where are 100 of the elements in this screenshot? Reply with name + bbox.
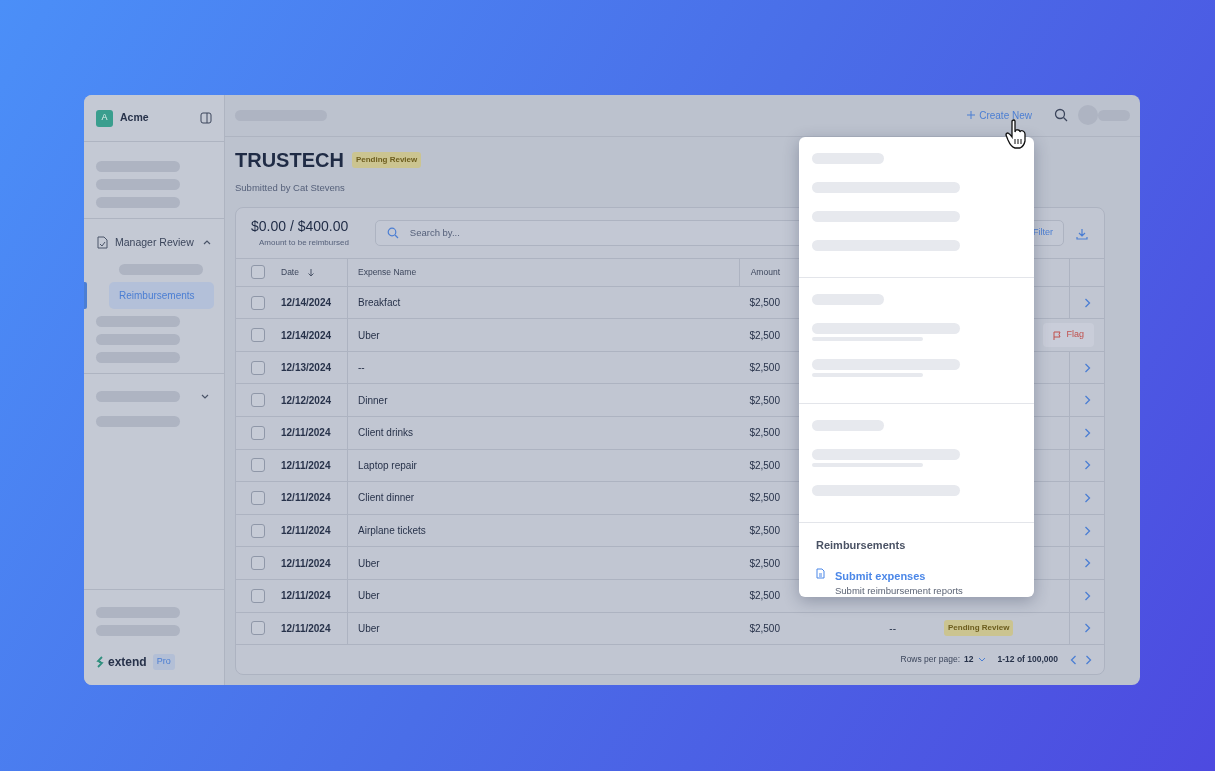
amount-cell-text: $2,500 (748, 426, 781, 441)
page-range: 1-12 of 100,000 (997, 653, 1058, 666)
expense-name-cell: Uber (347, 319, 739, 351)
chevron-right-icon (1083, 623, 1091, 634)
chevron-right-icon (1085, 654, 1092, 665)
row-checkbox[interactable] (251, 621, 265, 636)
amount-cell-text: $2,500 (748, 328, 781, 343)
amount-cell-text: $2,500 (748, 296, 781, 310)
rows-per-page-select[interactable]: 12 (964, 653, 986, 666)
nav-group[interactable]: Manager Review (84, 229, 224, 257)
row-checkbox[interactable] (251, 360, 265, 375)
workspace-avatar: A (96, 109, 113, 127)
row-open-button[interactable] (1083, 525, 1091, 536)
amount-cell-text: $2,500 (748, 621, 781, 636)
column-header[interactable]: Date (271, 258, 347, 286)
download-icon (1076, 227, 1088, 240)
row-checkbox[interactable] (251, 491, 265, 505)
menu-item[interactable]: Submit expenses Submit reimbursement reports (799, 561, 1034, 605)
date-cell-text: 12/11/2024 (280, 524, 332, 539)
date-cell-text: 12/11/2024 (280, 556, 332, 571)
menu-item-title: Submit expenses (835, 568, 927, 584)
chevron-right-icon (1083, 427, 1091, 438)
flag-button[interactable]: Flag (1043, 323, 1094, 347)
document-icon (816, 567, 825, 579)
chevron-right-icon (1083, 395, 1091, 406)
row-open-button[interactable] (1083, 558, 1091, 569)
row-checkbox[interactable] (251, 295, 265, 310)
date-cell-text: 12/14/2024 (280, 296, 333, 310)
extend-logo: extend (96, 653, 147, 671)
active-indicator (84, 281, 87, 309)
row-checkbox[interactable] (251, 393, 265, 408)
flag-icon (1053, 330, 1062, 340)
row-open-button[interactable] (1083, 460, 1091, 471)
row-open-button[interactable] (1083, 493, 1091, 503)
amount-cell-text: $2,500 (748, 589, 781, 604)
date-cell-text: 12/11/2024 (280, 491, 332, 506)
chevron-right-icon (1083, 493, 1091, 503)
chevron-right-icon (1083, 525, 1091, 536)
menu-item-description: Submit reimbursement reports (835, 584, 963, 598)
sidebar-toggle-icon[interactable] (200, 112, 212, 124)
row-checkbox[interactable] (251, 523, 265, 538)
row-open-button[interactable] (1083, 395, 1091, 406)
status-badge: Pending Review (944, 620, 1014, 637)
chevron-right-icon (1083, 362, 1091, 373)
amount-cell-text: $2,500 (748, 491, 781, 506)
amount-caption: Amount to be reimbursed (259, 237, 349, 250)
row-open-button[interactable] (1083, 623, 1091, 634)
plus-icon (967, 111, 976, 120)
amount-cell-text: $2,500 (748, 393, 781, 408)
row-checkbox[interactable] (251, 425, 265, 440)
row-open-button[interactable] (1083, 590, 1091, 601)
select-all-checkbox[interactable] (251, 265, 265, 280)
workspace-name: Acme (120, 110, 149, 126)
row-open-button[interactable] (1083, 427, 1091, 438)
amount-total: $0.00 / $400.00 (251, 217, 349, 237)
logo-mark-icon (96, 656, 104, 668)
expense-name-cell: Uber (347, 547, 739, 579)
table-cell-text: -- (889, 621, 896, 636)
skeleton-bar (812, 153, 884, 164)
date-cell-text: 12/11/2024 (280, 589, 332, 604)
chevron-right-icon (1083, 558, 1091, 569)
search-icon[interactable] (1054, 108, 1068, 123)
amount-cell-text: $2,500 (748, 556, 781, 571)
row-open-button[interactable] (1083, 362, 1091, 373)
expense-name-cell: Uber (347, 612, 739, 645)
date-cell-text: 12/13/2024 (280, 361, 333, 376)
rows-per-page-label: Rows per page: (900, 653, 961, 666)
date-cell-text: 12/12/2024 (280, 393, 333, 408)
amount-cell-text: $2,500 (748, 458, 781, 473)
date-cell-text: 12/11/2024 (280, 458, 332, 473)
expense-name-cell: Uber (347, 579, 739, 612)
submitted-by-text: Submitted by Cat Stevens (235, 180, 345, 195)
expense-name-cell: Laptop repair (347, 449, 739, 482)
chevron-right-icon (1083, 590, 1091, 601)
row-checkbox[interactable] (251, 328, 265, 343)
row-checkbox[interactable] (251, 588, 265, 603)
chevron-right-icon (1083, 297, 1091, 308)
menu-section-heading: Reimbursements (815, 538, 907, 553)
expense-name-cell: -- (347, 351, 739, 384)
date-cell-text: 12/11/2024 (280, 426, 332, 441)
status-badge: Pending Review (351, 151, 422, 168)
row-checkbox[interactable] (251, 458, 265, 473)
row-open-button[interactable] (1083, 297, 1091, 308)
next-page-button[interactable] (1085, 654, 1092, 665)
amount-cell-text: $2,500 (748, 361, 781, 376)
expense-name-cell: Client drinks (347, 417, 739, 449)
skeleton-bar (812, 294, 884, 305)
chevron-down-icon (977, 656, 986, 663)
report-title: TRUSTECH (235, 147, 344, 173)
expense-name-cell: Airplane tickets (347, 514, 739, 547)
date-cell-text: 12/11/2024 (280, 621, 332, 636)
search-icon (386, 226, 399, 239)
skeleton-bar (812, 420, 884, 431)
row-checkbox[interactable] (251, 556, 265, 571)
expense-name-cell: Breakfact (347, 286, 739, 319)
previous-page-button[interactable] (1070, 654, 1077, 665)
document-check-icon (96, 236, 108, 250)
plan-badge: Pro (152, 654, 175, 670)
column-header[interactable]: Expense Name (347, 258, 739, 286)
chevron-right-icon (1083, 460, 1091, 471)
